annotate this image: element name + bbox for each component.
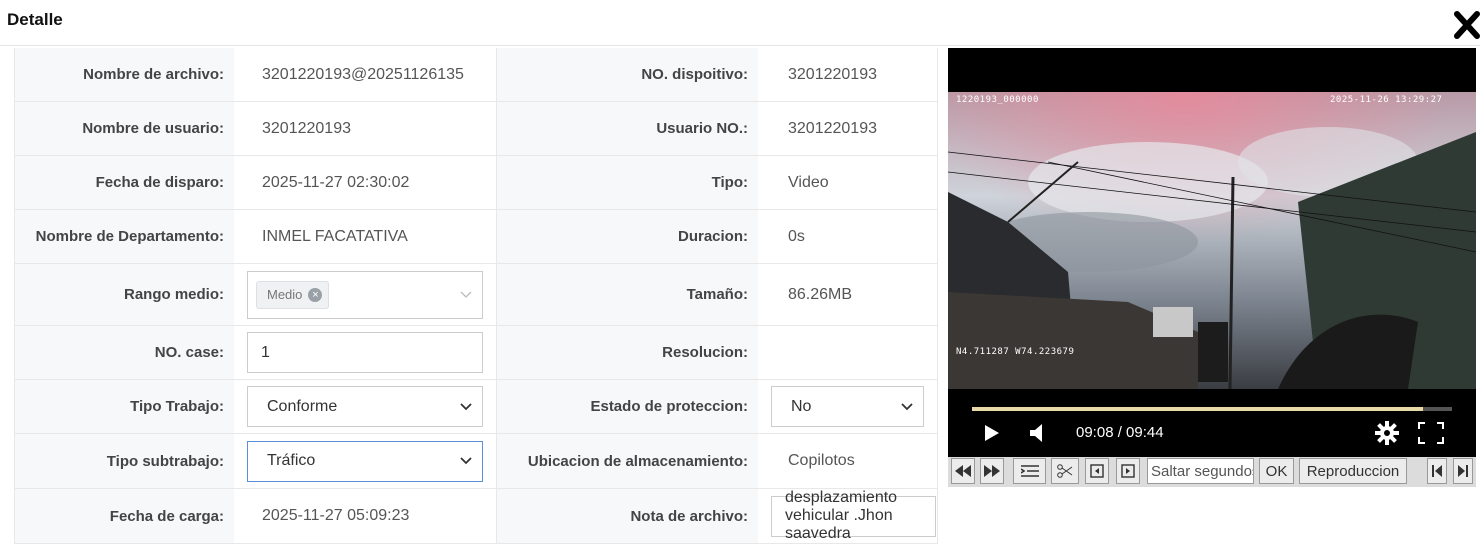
value-user-no: 3201220193 — [788, 119, 877, 137]
next-frame-icon[interactable] — [1116, 458, 1140, 484]
video-frame — [948, 92, 1476, 389]
video-player[interactable]: 1220193_000000 2025-11-26 13:29:27 N4.71… — [948, 48, 1476, 457]
video-progress-fill — [972, 407, 1424, 411]
sub-work-type-value: Tráfico — [267, 452, 316, 469]
value-department: INMEL FACATATIVA — [262, 227, 408, 245]
value-file-name: 3201220193@20251126135 — [262, 65, 464, 83]
label-protection: Estado de proteccion: — [496, 380, 758, 433]
work-type-select[interactable]: Conforme — [247, 386, 483, 427]
row-media-range: Rango medio: Medio × Tamaño: 86.26MB — [15, 264, 937, 326]
label-sub-work-type: Tipo subtrabajo: — [15, 434, 234, 488]
value-upload-date: 2025-11-27 05:09:23 — [262, 507, 410, 524]
video-toolbar: Saltar segundos OK Reproduccion — [948, 457, 1476, 487]
label-trigger-date: Fecha de disparo: — [15, 156, 234, 209]
scissors-icon[interactable] — [1051, 458, 1079, 484]
dialog-header: Detalle — [0, 0, 1480, 46]
row-department: Nombre de Departamento: INMEL FACATATIVA… — [15, 210, 937, 264]
value-size: 86.26MB — [788, 285, 853, 303]
media-range-cell: Medio × — [234, 264, 496, 325]
label-resolution: Resolucion: — [496, 326, 758, 379]
video-overlay-id: 1220193_000000 — [956, 95, 1039, 105]
media-range-tag: Medio × — [256, 280, 330, 309]
value-duration: 0s — [788, 227, 805, 245]
label-department: Nombre de Departamento: — [15, 210, 234, 263]
label-work-type: Tipo Trabajo: — [15, 380, 234, 433]
label-media-range: Rango medio: — [15, 264, 234, 325]
play-icon[interactable] — [984, 424, 1000, 442]
value-type: Video — [788, 173, 829, 191]
video-time: 09:08 / 09:44 — [1076, 424, 1164, 441]
value-device-no: 3201220193 — [788, 65, 877, 83]
file-note-cell: desplazamiento vehicular .Jhon saavedra — [758, 489, 936, 543]
label-user-no: Usuario NO.: — [496, 102, 758, 155]
row-trigger-date: Fecha de disparo: 2025-11-27 02:30:02 Ti… — [15, 156, 937, 210]
ok-button[interactable]: OK — [1259, 458, 1294, 484]
skip-start-icon[interactable] — [1427, 458, 1447, 484]
video-progress-bar[interactable] — [972, 407, 1452, 411]
label-duration: Duracion: — [496, 210, 758, 263]
volume-icon[interactable] — [1029, 423, 1045, 443]
label-file-name: Nombre de archivo: — [15, 48, 234, 101]
protection-value: No — [791, 397, 812, 415]
label-type: Tipo: — [496, 156, 758, 209]
label-user-name: Nombre de usuario: — [15, 102, 234, 155]
gear-icon[interactable] — [1375, 421, 1399, 445]
work-type-value: Conforme — [267, 397, 338, 415]
fullscreen-icon[interactable] — [1418, 422, 1444, 444]
value-user-name: 3201220193 — [262, 119, 351, 137]
file-note-input[interactable]: desplazamiento vehicular .Jhon saavedra — [771, 489, 936, 542]
skip-end-icon[interactable] — [1453, 458, 1473, 484]
row-sub-work-type: Tipo subtrabajo: Tráfico Ubicacion de al… — [15, 434, 937, 489]
video-overlay-gps: N4.711287 W74.223679 — [956, 347, 1075, 357]
playback-button[interactable]: Reproduccion — [1299, 458, 1407, 484]
protection-select[interactable]: No — [771, 386, 924, 427]
chevron-down-icon — [901, 402, 913, 410]
row-file-name: Nombre de archivo: 3201220193@2025112613… — [15, 48, 937, 102]
jump-seconds-input[interactable]: Saltar segundos — [1147, 458, 1254, 484]
sub-work-type-select[interactable]: Tráfico — [247, 440, 483, 482]
protection-cell: No — [758, 380, 936, 433]
sub-work-type-cell: Tráfico — [234, 434, 496, 488]
list-icon[interactable] — [1013, 458, 1046, 484]
chevron-down-icon — [460, 291, 472, 298]
previous-frame-icon[interactable] — [1085, 458, 1109, 484]
dialog-title: Detalle — [7, 10, 63, 29]
case-no-input[interactable]: 1 — [247, 332, 483, 373]
label-upload-date: Fecha de carga: — [15, 489, 234, 543]
row-case-no: NO. case: 1 Resolucion: — [15, 326, 937, 380]
value-resolution — [758, 326, 936, 379]
label-size: Tamaño: — [496, 264, 758, 325]
video-overlay-datetime: 2025-11-26 13:29:27 — [1330, 95, 1443, 105]
label-device-no: NO. dispoitivo: — [496, 48, 758, 101]
detail-form: Nombre de archivo: 3201220193@2025112613… — [14, 48, 938, 544]
label-storage: Ubicacion de almacenamiento: — [496, 434, 758, 488]
label-case-no: NO. case: — [15, 326, 234, 379]
tag-remove-icon[interactable]: × — [308, 287, 323, 302]
value-storage: Copilotos — [788, 452, 855, 469]
work-type-cell: Conforme — [234, 380, 496, 433]
media-range-select[interactable]: Medio × — [247, 270, 483, 319]
label-file-note: Nota de archivo: — [496, 489, 758, 543]
close-icon[interactable] — [1454, 10, 1480, 40]
case-no-cell: 1 — [234, 326, 496, 379]
video-controls: 09:08 / 09:44 — [948, 418, 1476, 448]
row-upload-date: Fecha de carga: 2025-11-27 05:09:23 Nota… — [15, 489, 937, 544]
chevron-down-icon — [460, 402, 472, 410]
media-range-tag-label: Medio — [267, 287, 303, 302]
fast-forward-icon[interactable] — [980, 458, 1004, 484]
chevron-down-icon — [460, 457, 472, 465]
rewind-icon[interactable] — [951, 458, 975, 484]
row-work-type: Tipo Trabajo: Conforme Estado de protecc… — [15, 380, 937, 434]
row-user: Nombre de usuario: 3201220193 Usuario NO… — [15, 102, 937, 156]
value-trigger-date: 2025-11-27 02:30:02 — [262, 173, 410, 191]
